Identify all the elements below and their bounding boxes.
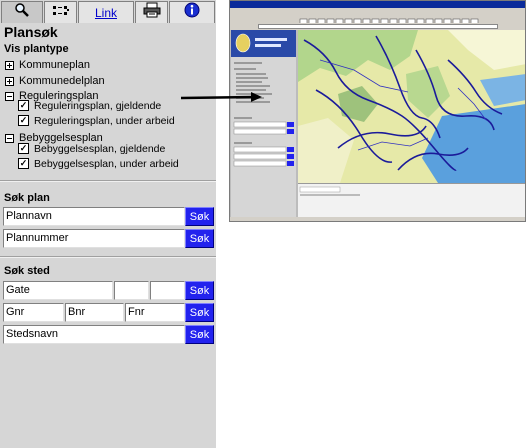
pointer-arrow <box>180 92 262 102</box>
